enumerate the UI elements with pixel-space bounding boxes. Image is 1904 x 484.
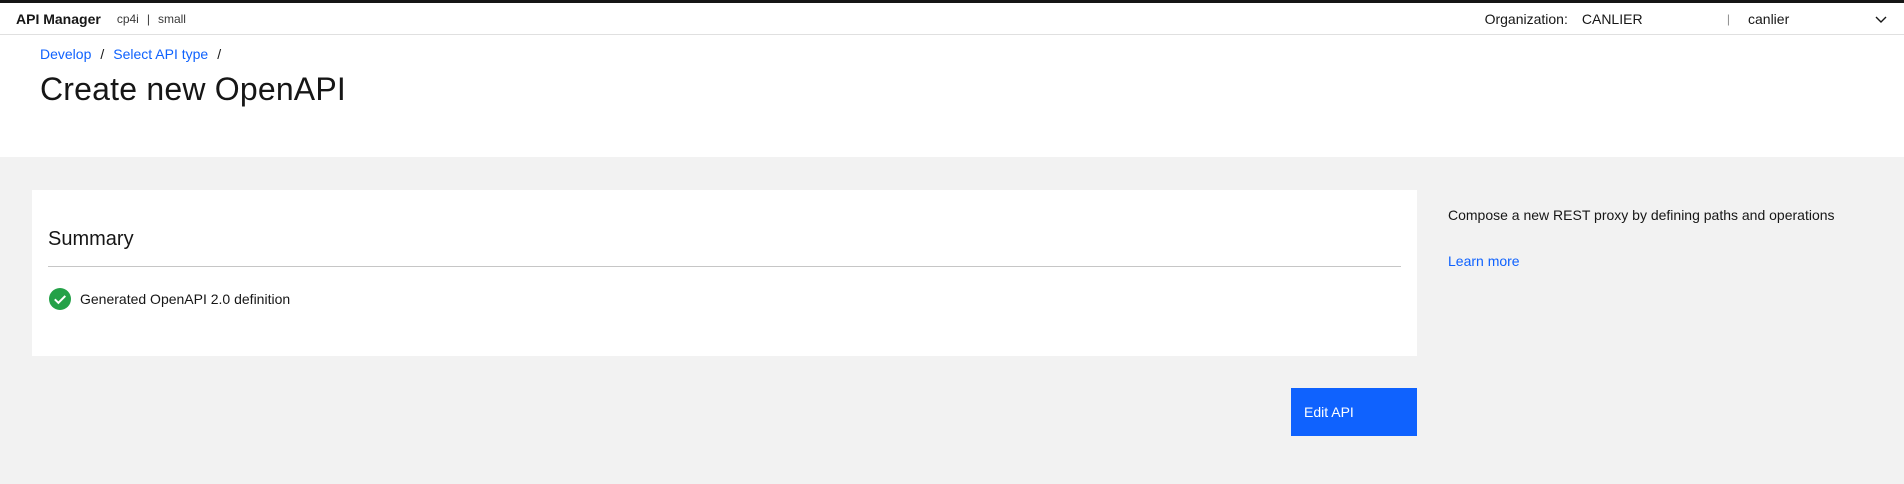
instance-separator: | xyxy=(146,11,150,26)
org-name[interactable]: CANLIER xyxy=(1582,11,1727,27)
user-name[interactable]: canlier xyxy=(1748,11,1858,27)
breadcrumb-select-api-type[interactable]: Select API type xyxy=(113,46,208,62)
page-header: Develop / Select API type / Create new O… xyxy=(0,35,1904,157)
brand-name[interactable]: API Manager xyxy=(16,11,101,27)
side-description: Compose a new REST proxy by defining pat… xyxy=(1448,207,1835,223)
checkmark-filled-icon xyxy=(48,287,72,311)
main-content: Summary Generated OpenAPI 2.0 definition… xyxy=(0,157,1904,484)
summary-title: Summary xyxy=(48,228,134,250)
chevron-down-icon[interactable] xyxy=(1858,11,1904,27)
edit-api-button[interactable]: Edit API xyxy=(1291,388,1417,436)
breadcrumb: Develop / Select API type / xyxy=(40,35,1864,65)
summary-status: Generated OpenAPI 2.0 definition xyxy=(48,287,1401,311)
instance-size: small xyxy=(157,11,186,26)
breadcrumb-separator: / xyxy=(100,45,105,62)
page-title: Create new OpenAPI xyxy=(40,71,346,107)
header-separator: | xyxy=(1726,12,1730,26)
breadcrumb-separator: / xyxy=(217,45,222,62)
learn-more-link[interactable]: Learn more xyxy=(1448,253,1520,269)
org-switcher[interactable]: Organization: CANLIER | canlier xyxy=(1485,3,1904,35)
breadcrumb-develop[interactable]: Develop xyxy=(40,46,91,62)
summary-divider xyxy=(48,266,1401,267)
summary-status-text: Generated OpenAPI 2.0 definition xyxy=(80,291,291,307)
org-label: Organization: xyxy=(1484,11,1568,27)
app-header: API Manager cp4i | small Organization: CAN… xyxy=(0,3,1904,35)
side-panel: Compose a new REST proxy by defining pat… xyxy=(1448,207,1868,271)
instance-info: cp4i | small xyxy=(117,12,186,26)
instance-name: cp4i xyxy=(116,11,139,26)
summary-card: Summary Generated OpenAPI 2.0 definition xyxy=(32,190,1417,356)
